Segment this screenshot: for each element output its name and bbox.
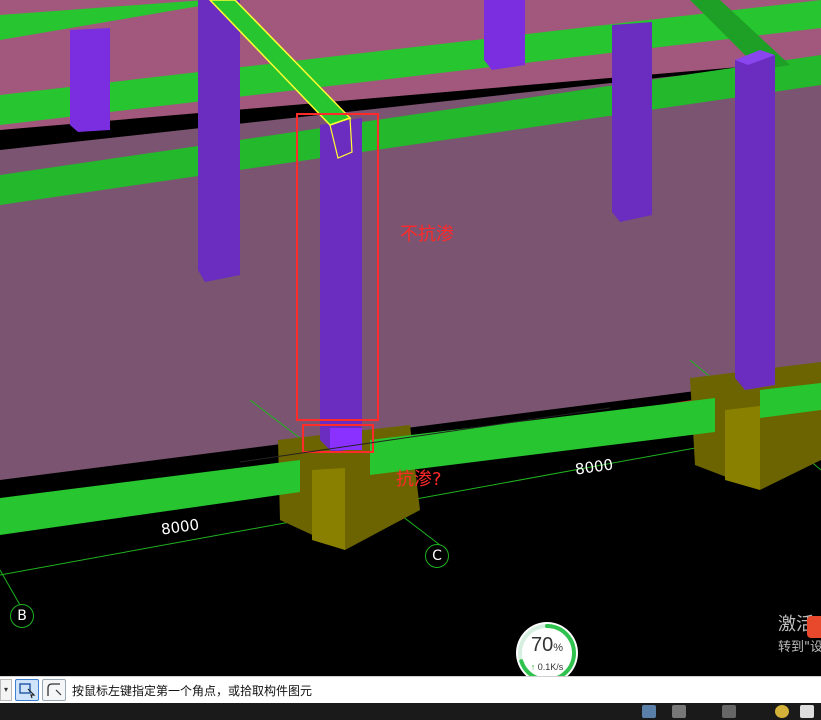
column-back-2[interactable]: [198, 0, 240, 282]
polyline-pick-icon: [47, 683, 62, 696]
activation-watermark-line2: 转到"设: [778, 640, 821, 655]
taskbar-app-icon[interactable]: [722, 705, 736, 718]
structural-model-scene[interactable]: [0, 0, 821, 676]
footing-left-face[interactable]: [312, 468, 345, 550]
column-back-4[interactable]: [612, 22, 652, 222]
polyline-pick-button[interactable]: [42, 679, 66, 701]
column-back-3[interactable]: [484, 0, 525, 70]
axis-bubble-c[interactable]: C: [425, 544, 449, 568]
taskbar-app-icon[interactable]: [642, 705, 656, 718]
status-bar: ▾ 按鼠标左键指定第一个角点，或拾取构件图元: [0, 676, 821, 703]
network-speed: ↑ 0.1K/s: [530, 662, 564, 672]
grid-line: [0, 569, 21, 606]
label-not-impermeable: 不抗渗: [400, 224, 454, 245]
taskbar-app-icon[interactable]: [775, 705, 789, 718]
column-right[interactable]: [735, 55, 775, 390]
memory-percent: 70%: [530, 634, 564, 656]
windows-taskbar: [0, 703, 821, 720]
3d-model-viewport[interactable]: 不抗渗 抗渗? 8000 8000 B C 激活 转到"设: [0, 0, 821, 676]
dropdown-arrow-icon[interactable]: ▾: [0, 679, 12, 701]
taskbar-app-icon[interactable]: [672, 705, 686, 718]
select-mode-icon: [19, 683, 36, 699]
column-back-1[interactable]: [70, 28, 110, 132]
command-prompt-text: 按鼠标左键指定第一个角点，或拾取构件图元: [72, 684, 313, 698]
column-center[interactable]: [320, 118, 362, 452]
select-mode-button[interactable]: [15, 679, 39, 701]
axis-bubble-b[interactable]: B: [10, 604, 34, 628]
label-impermeable-question: 抗渗?: [396, 469, 442, 490]
footing-right-face[interactable]: [725, 406, 760, 490]
app-badge-icon[interactable]: [807, 616, 821, 638]
taskbar-app-icon[interactable]: [800, 705, 814, 718]
upload-arrow-icon: ↑: [530, 662, 536, 672]
network-speed-widget[interactable]: 70% ↑ 0.1K/s: [516, 622, 578, 684]
